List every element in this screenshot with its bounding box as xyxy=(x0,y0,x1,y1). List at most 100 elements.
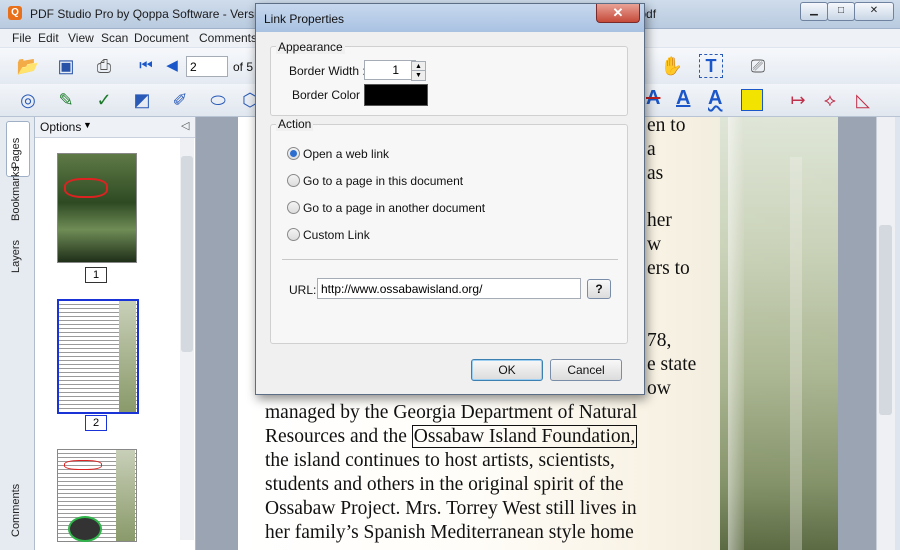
print-icon[interactable]: ⎙ xyxy=(92,54,116,78)
text-fragment: 78, xyxy=(647,330,672,351)
open-folder-icon[interactable]: 📂 xyxy=(16,54,40,78)
border-width-label: Border Width : xyxy=(289,64,366,78)
separator xyxy=(282,259,618,260)
underline-icon[interactable]: A xyxy=(676,87,690,110)
link-properties-dialog: Link Properties ✕ Appearance Border Widt… xyxy=(255,3,645,395)
close-button[interactable]: ✕ xyxy=(854,2,894,21)
radio-go-to-page-this-doc[interactable] xyxy=(287,174,300,187)
pencil-icon[interactable]: ✎ xyxy=(54,88,78,112)
appearance-group-label: Appearance xyxy=(276,40,345,54)
text-fragment: ow xyxy=(647,378,671,399)
menu-view[interactable]: View xyxy=(68,31,94,45)
thumb-annotation-mark xyxy=(64,460,102,470)
check-pen-icon[interactable]: ✓ xyxy=(92,88,116,112)
eraser-icon[interactable]: ⬭ xyxy=(206,88,230,112)
thumb-photo-strip xyxy=(116,450,135,541)
thumbnail-scroll-thumb[interactable] xyxy=(181,156,193,352)
attach-icon[interactable]: ✐ xyxy=(168,88,192,112)
document-text-line: Resources and the Ossabaw Island Foundat… xyxy=(265,425,638,448)
document-scrollbar[interactable] xyxy=(876,117,895,550)
tab-pages[interactable]: Pages xyxy=(10,138,22,169)
text-fragment: a xyxy=(647,139,656,160)
menu-scan[interactable]: Scan xyxy=(101,31,128,45)
appearance-group xyxy=(270,46,628,116)
text-fragment: en to xyxy=(647,115,686,136)
text-fragment: as xyxy=(647,163,664,184)
radio-label-go-to-page-this-doc[interactable]: Go to a page in this document xyxy=(303,174,463,188)
thumbnail-header: Options ▼ ◁ xyxy=(35,117,195,138)
menu-edit[interactable]: Edit xyxy=(38,31,59,45)
chevron-down-icon[interactable]: ▼ xyxy=(83,120,92,130)
app-title: PDF Studio Pro by Qoppa Software - Versi xyxy=(30,7,257,21)
text-fragment: e state xyxy=(647,354,697,375)
url-help-button[interactable]: ? xyxy=(587,279,611,299)
border-color-label: Border Color : xyxy=(292,88,367,102)
stamp-icon[interactable]: ◩ xyxy=(130,88,154,112)
squiggly-icon[interactable]: A xyxy=(708,87,722,110)
polygon-icon[interactable]: ◺ xyxy=(851,88,875,112)
action-group-label: Action xyxy=(276,117,314,131)
border-width-input[interactable] xyxy=(364,60,416,80)
thumb-photo-strip xyxy=(119,301,136,412)
note-icon[interactable]: ◎ xyxy=(16,88,40,112)
page-count-label: of 5 xyxy=(233,60,254,74)
options-menu[interactable]: Options xyxy=(40,120,81,134)
text-fragment: ers to xyxy=(647,258,690,279)
border-color-swatch[interactable] xyxy=(364,84,428,106)
save-icon[interactable]: ▣ xyxy=(54,54,78,78)
line-icon[interactable]: ↦ xyxy=(786,88,810,112)
radio-label-open-web-link[interactable]: Open a web link xyxy=(303,147,389,161)
menu-document[interactable]: Document xyxy=(134,31,189,45)
radio-custom-link[interactable] xyxy=(287,228,300,241)
ok-button[interactable]: OK xyxy=(471,359,543,381)
maximize-button[interactable]: □ xyxy=(827,2,855,21)
radio-open-web-link[interactable] xyxy=(287,147,300,160)
minimize-button[interactable]: ▁ xyxy=(800,2,828,21)
previous-page-icon[interactable]: ◀ xyxy=(160,54,184,78)
strikeout-icon[interactable]: A xyxy=(646,87,660,110)
document-text-line: managed by the Georgia Department of Nat… xyxy=(265,402,638,423)
page-thumbnail-1[interactable] xyxy=(57,153,137,263)
page-number-input[interactable] xyxy=(186,56,228,77)
menu-comments[interactable]: Comments xyxy=(199,31,257,45)
radio-label-go-to-page-other-doc[interactable]: Go to a page in another document xyxy=(303,201,485,215)
tab-bookmarks[interactable]: Bookmarks xyxy=(10,166,22,221)
url-label: URL: xyxy=(289,283,317,297)
tab-comments[interactable]: Comments xyxy=(10,484,22,537)
menu-file[interactable]: File xyxy=(12,31,31,45)
dialog-close-button[interactable]: ✕ xyxy=(596,4,640,23)
collapse-panel-icon[interactable]: ◁ xyxy=(181,119,189,132)
cancel-button[interactable]: Cancel xyxy=(550,359,622,381)
scanner-icon[interactable]: ⎚ xyxy=(746,54,770,78)
page-thumbnail-2[interactable] xyxy=(57,299,139,414)
tab-layers[interactable]: Layers xyxy=(10,240,22,273)
text-select-icon[interactable]: T xyxy=(699,54,723,78)
first-page-icon[interactable]: ⏮ xyxy=(134,54,158,78)
hand-tool-icon[interactable]: ✋ xyxy=(660,54,684,78)
document-text-line: the island continues to host artists, sc… xyxy=(265,450,615,471)
document-scroll-thumb[interactable] xyxy=(879,225,892,415)
tree-trunk-image xyxy=(728,117,744,550)
link-annotation[interactable]: Ossabaw Island Foundation, xyxy=(411,425,638,448)
radio-label-custom-link[interactable]: Custom Link xyxy=(303,228,370,242)
document-photo xyxy=(720,117,838,550)
document-text-line: students and others in the original spir… xyxy=(265,474,624,495)
dialog-titlebar: Link Properties ✕ xyxy=(256,4,644,32)
radio-go-to-page-other-doc[interactable] xyxy=(287,201,300,214)
spinner-down-icon[interactable]: ▼ xyxy=(411,70,426,81)
page-thumbnail-3[interactable] xyxy=(57,449,137,542)
thumbnail-scrollbar[interactable] xyxy=(180,138,194,540)
thumb-annotation-mark xyxy=(64,178,108,198)
highlight-area-icon[interactable] xyxy=(741,89,763,111)
text-fragment: her xyxy=(647,210,672,231)
text-fragment: w xyxy=(647,234,662,255)
page-number-label-1: 1 xyxy=(85,267,107,283)
document-text-line: Ossabaw Project. Mrs. Torrey West still … xyxy=(265,498,637,519)
side-tab-strip: Pages Bookmarks Layers Comments xyxy=(0,117,35,550)
dialog-title: Link Properties xyxy=(264,12,345,26)
tree-trunk-image xyxy=(790,157,802,550)
document-text-line: her family’s Spanish Mediterranean style… xyxy=(265,522,634,543)
polyline-icon[interactable]: ⟡ xyxy=(818,88,842,112)
app-icon: Q xyxy=(8,6,22,20)
url-input[interactable] xyxy=(317,278,581,299)
